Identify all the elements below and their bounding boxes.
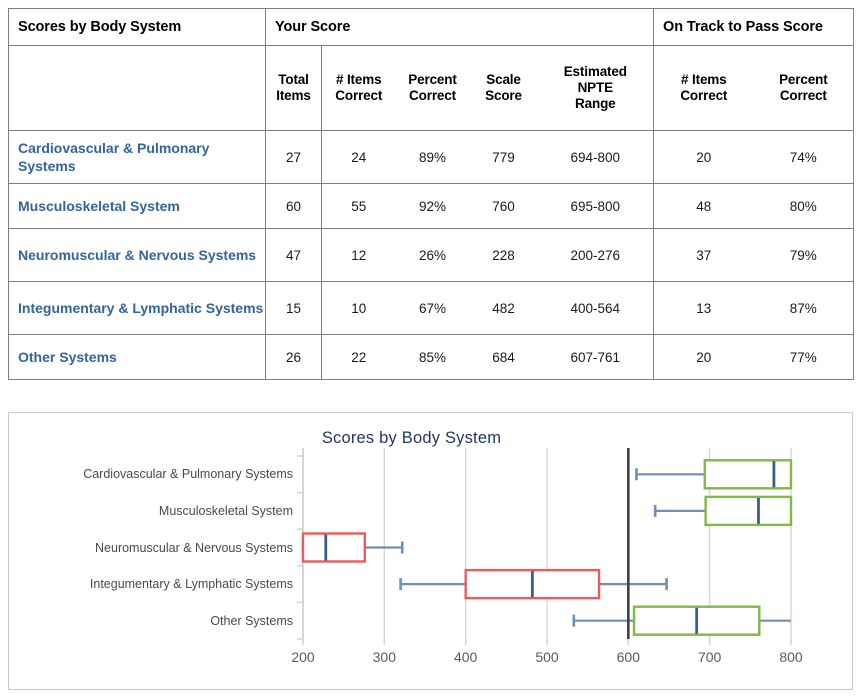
cell-your-items-correct: 55 bbox=[321, 183, 396, 229]
sub-header-npte-range: Estimated NPTE Range bbox=[537, 45, 655, 131]
box-plot-series-5 bbox=[572, 605, 791, 636]
sub-header-scale-score-line2: Score bbox=[485, 88, 522, 103]
box-plot-series-3 bbox=[301, 532, 404, 563]
sub-header-npte-range-line3: Range bbox=[575, 95, 616, 111]
cell-scale-score: 779 bbox=[469, 130, 538, 184]
cell-pass-items-correct: 13 bbox=[653, 281, 754, 335]
sub-header-scale-score-line1: Scale bbox=[486, 72, 521, 88]
x-tick-label-800: 800 bbox=[779, 649, 803, 665]
cell-scale-score: 760 bbox=[469, 183, 538, 229]
cell-your-percent-correct: 92% bbox=[395, 183, 470, 229]
cell-total-items: 60 bbox=[265, 183, 322, 229]
sub-header-your-percent-correct: Percent Correct bbox=[395, 45, 470, 131]
box-rect bbox=[704, 495, 793, 527]
sub-header-pass-items-correct-line2: Correct bbox=[680, 88, 728, 103]
category-label: Musculoskeletal System bbox=[158, 503, 293, 518]
cell-npte-range: 694-800 bbox=[537, 130, 655, 184]
sub-header-your-percent-correct-line1: Percent bbox=[408, 72, 457, 88]
sub-header-pass-percent-correct: Percent Correct bbox=[753, 45, 855, 131]
row-label-other-systems[interactable]: Other Systems bbox=[8, 334, 266, 380]
sub-header-pass-items-correct-line1: # Items bbox=[681, 72, 727, 88]
sub-header-pass-percent-correct-line2: Correct bbox=[779, 88, 827, 103]
cell-pass-percent-correct: 87% bbox=[753, 281, 855, 335]
cell-your-percent-correct: 85% bbox=[395, 334, 470, 380]
sub-header-blank bbox=[8, 45, 266, 131]
box-plot-series-2 bbox=[653, 495, 793, 527]
category-label: Neuromuscular & Nervous Systems bbox=[95, 540, 293, 555]
x-tick-label-400: 400 bbox=[453, 649, 478, 665]
row-label-musculoskeletal[interactable]: Musculoskeletal System bbox=[8, 183, 266, 229]
x-tick-label-500: 500 bbox=[535, 649, 559, 665]
cell-your-percent-correct: 89% bbox=[395, 130, 470, 184]
sub-header-total-items: Total Items bbox=[265, 45, 322, 131]
box-plot-series-1 bbox=[635, 459, 793, 490]
cell-your-percent-correct: 67% bbox=[395, 281, 470, 335]
sub-header-npte-range-line1: Estimated bbox=[563, 64, 627, 80]
box-plot-card: Scores by Body System Cardiovascular & P… bbox=[8, 412, 853, 690]
cell-npte-range: 607-761 bbox=[537, 334, 655, 380]
box-rect bbox=[301, 532, 367, 563]
sub-header-total-items-line1: Total bbox=[278, 72, 309, 88]
x-tick-label-600: 600 bbox=[616, 649, 641, 665]
table-row: Neuromuscular & Nervous Systems 47 12 26… bbox=[8, 228, 855, 282]
row-label-neuromuscular[interactable]: Neuromuscular & Nervous Systems bbox=[8, 228, 266, 282]
box-plot-series-4 bbox=[399, 568, 668, 600]
sub-header-scale-score: Scale Score bbox=[469, 45, 538, 131]
box-plot-inner: Scores by Body System Cardiovascular & P… bbox=[9, 413, 852, 689]
scores-table-container: Scores by Body System Your Score On Trac… bbox=[8, 8, 855, 380]
sub-header-your-items-correct: # Items Correct bbox=[321, 45, 396, 131]
cell-scale-score: 684 bbox=[469, 334, 538, 380]
table-row: Cardiovascular & Pulmonary Systems 27 24… bbox=[8, 130, 855, 184]
cell-pass-percent-correct: 80% bbox=[753, 183, 855, 229]
cell-total-items: 47 bbox=[265, 228, 322, 282]
cell-your-items-correct: 22 bbox=[321, 334, 396, 380]
group-header-on-track-to-pass: On Track to Pass Score bbox=[653, 8, 855, 46]
cell-pass-items-correct: 20 bbox=[653, 130, 754, 184]
cell-pass-items-correct: 48 bbox=[653, 183, 754, 229]
cell-total-items: 15 bbox=[265, 281, 322, 335]
box-rect bbox=[703, 459, 793, 490]
cell-pass-percent-correct: 74% bbox=[753, 130, 855, 184]
sub-header-total-items-line2: Items bbox=[276, 88, 311, 103]
table-sub-header-row: Total Items # Items Correct Percent Corr… bbox=[8, 45, 855, 131]
sub-header-pass-percent-correct-line1: Percent bbox=[779, 72, 828, 88]
cell-npte-range: 400-564 bbox=[537, 281, 655, 335]
scores-by-body-system-table: Scores by Body System Your Score On Trac… bbox=[8, 8, 855, 380]
cell-your-items-correct: 12 bbox=[321, 228, 396, 282]
x-tick-label-300: 300 bbox=[372, 649, 397, 665]
table-row: Other Systems 26 22 85% 684 607-761 20 7… bbox=[8, 334, 855, 380]
table-row: Integumentary & Lymphatic Systems 15 10 … bbox=[8, 281, 855, 335]
cell-npte-range: 695-800 bbox=[537, 183, 655, 229]
cell-pass-percent-correct: 79% bbox=[753, 228, 855, 282]
sub-header-your-items-correct-line1: # Items bbox=[336, 72, 382, 88]
sub-header-pass-items-correct: # Items Correct bbox=[653, 45, 754, 131]
cell-your-percent-correct: 26% bbox=[395, 228, 470, 282]
cell-scale-score: 228 bbox=[469, 228, 538, 282]
cell-total-items: 27 bbox=[265, 130, 322, 184]
table-row: Musculoskeletal System 60 55 92% 760 695… bbox=[8, 183, 855, 229]
group-header-your-score: Your Score bbox=[264, 8, 655, 46]
row-label-cardiovascular[interactable]: Cardiovascular & Pulmonary Systems bbox=[8, 130, 266, 184]
cell-pass-items-correct: 37 bbox=[653, 228, 754, 282]
sub-header-npte-range-line2: NPTE bbox=[577, 80, 614, 96]
sub-header-your-percent-correct-line2: Correct bbox=[409, 88, 456, 103]
category-label: Other Systems bbox=[210, 613, 293, 628]
cell-total-items: 26 bbox=[265, 334, 322, 380]
category-label: Integumentary & Lymphatic Systems bbox=[89, 577, 293, 592]
row-label-integumentary[interactable]: Integumentary & Lymphatic Systems bbox=[8, 281, 266, 335]
group-header-body-system: Scores by Body System bbox=[8, 8, 266, 46]
cell-your-items-correct: 24 bbox=[321, 130, 396, 184]
cell-pass-items-correct: 20 bbox=[653, 334, 754, 380]
cell-npte-range: 200-276 bbox=[537, 228, 655, 282]
cell-your-items-correct: 10 bbox=[321, 281, 396, 335]
x-tick-label-200: 200 bbox=[291, 649, 315, 665]
x-tick-label-700: 700 bbox=[697, 649, 722, 665]
cell-scale-score: 482 bbox=[469, 281, 538, 335]
cell-pass-percent-correct: 77% bbox=[753, 334, 855, 380]
table-group-header-row: Scores by Body System Your Score On Trac… bbox=[8, 8, 855, 46]
category-label: Cardiovascular & Pulmonary Systems bbox=[83, 467, 293, 482]
sub-header-your-items-correct-line2: Correct bbox=[335, 88, 383, 103]
